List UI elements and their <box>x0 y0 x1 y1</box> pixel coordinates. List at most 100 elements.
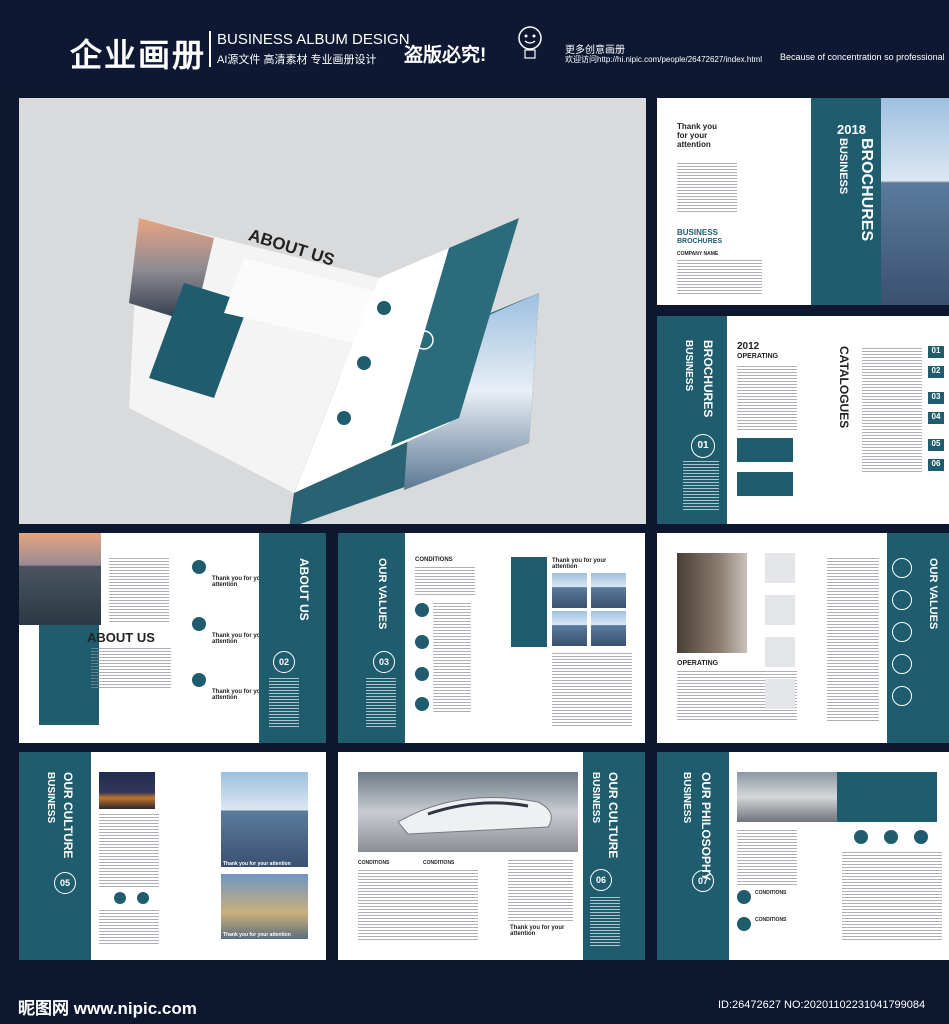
catalogue-year: 2012 <box>737 341 760 352</box>
culture-night-photo <box>99 772 155 809</box>
culture-body-text <box>99 814 159 889</box>
brochure-mockup-illustration <box>129 218 539 524</box>
philosophy-right-text <box>842 852 942 942</box>
values-icon-1 <box>415 603 429 617</box>
footer-id: ID:26472627 NO:20201102231041799084 <box>718 999 926 1011</box>
values-icon-4 <box>415 697 429 711</box>
climber-icon-tile-4 <box>765 679 795 709</box>
train-thank-you: Thank you for your attention <box>510 925 565 937</box>
train-body-text <box>508 860 573 922</box>
cover-business-vertical: BUSINESS <box>837 138 849 195</box>
philosophy-teal-band <box>657 752 729 960</box>
values-vertical-title: OUR VALUES <box>376 558 388 630</box>
culture-caption-2: Thank you for your attention <box>223 932 291 938</box>
cover-year: 2018 <box>837 122 866 137</box>
culture-city-photo-1 <box>221 772 308 867</box>
catalogue-box-2 <box>737 472 793 496</box>
about-top-text <box>109 558 169 623</box>
values-page-number: 03 <box>373 651 395 673</box>
climber-hex-icon-2 <box>892 590 912 610</box>
climber-operating: OPERATING <box>677 660 719 667</box>
train-list-text <box>358 870 478 940</box>
banner-warning: 盗版必究! <box>404 45 487 66</box>
banner-slogan: Because of concentration so professional <box>780 52 945 62</box>
philosophy-train-photo <box>737 772 837 822</box>
climber-hex-icon-1 <box>892 558 912 578</box>
climber-hex-icon-3 <box>892 622 912 642</box>
banner-title: 企业画册 <box>70 37 207 73</box>
catalogue-business-vertical: BUSINESS <box>683 340 694 392</box>
toc-num-6: 06 <box>928 459 944 471</box>
values-photo-3 <box>552 611 587 646</box>
catalogue-body-text <box>737 366 797 431</box>
catalogue-toc-lines <box>862 348 922 473</box>
cover-brochures-vertical: BROCHURES <box>858 138 875 242</box>
catalogue-side-text <box>683 461 719 511</box>
bullet-train-icon <box>398 797 552 835</box>
train-vertical-title: OUR CULTURE <box>606 772 620 859</box>
cover-brochures: BROCHURES <box>677 238 723 245</box>
cover-business: BUSINESS <box>677 228 718 237</box>
train-business-vertical: BUSINESS <box>590 772 601 824</box>
climber-hex-icon-5 <box>892 686 912 706</box>
catalogue-page-number: 01 <box>691 434 715 458</box>
banner-visit-url[interactable]: 欢迎访问http://hi.nipic.com/people/26472627/… <box>565 54 762 65</box>
values-thank-you: Thank you for your attention <box>552 558 607 570</box>
philosophy-body-text <box>737 830 797 885</box>
culture-city-photo-2 <box>221 874 308 939</box>
header-banner: 企业画册 BUSINESS ALBUM DESIGN AI源文件 高清素材 专业… <box>0 0 949 86</box>
about-heading: ABOUT US <box>87 630 155 645</box>
climber-icon-tile-1 <box>765 553 795 583</box>
culture-vertical-title: OUR CULTURE <box>61 772 75 859</box>
philosophy-top-icon-1 <box>854 830 868 844</box>
banner-divider <box>209 31 211 67</box>
train-conditions-1: CONDITIONS <box>358 860 390 866</box>
about-page-number: 02 <box>273 651 295 673</box>
about-icon-2 <box>192 617 206 631</box>
philosophy-conditions-2: CONDITIONS <box>755 917 787 923</box>
catalogue-box-1 <box>737 438 793 462</box>
toc-num-2: 02 <box>928 366 944 378</box>
values-photo-1 <box>552 573 587 608</box>
about-side-text <box>269 678 299 728</box>
toc-num-3: 03 <box>928 392 944 404</box>
train-side-text <box>590 897 620 947</box>
footer-brand[interactable]: 昵图网 www.nipic.com <box>18 994 197 1019</box>
philosophy-top-icon-2 <box>884 830 898 844</box>
climber-hex-icon-4 <box>892 654 912 674</box>
toc-num-1: 01 <box>928 346 944 358</box>
cover-skyscraper-photo <box>881 98 949 305</box>
values-teal-card <box>511 557 547 647</box>
climber-vertical-title: OUR VALUES <box>927 558 939 630</box>
values-icon-3 <box>415 667 429 681</box>
page-cover-2018: Thank you for your attention BUSINESS BR… <box>657 98 949 305</box>
page-our-values: OUR VALUES 03 CONDITIONS Thank you for y… <box>338 533 645 743</box>
culture-icon-1 <box>114 892 126 904</box>
values-list-text <box>433 603 471 713</box>
culture-caption-1: Thank you for your attention <box>223 861 291 867</box>
catalogue-brochures-vertical: BROCHURES <box>701 340 715 418</box>
values-side-text <box>366 678 396 728</box>
page-about-us: ABOUT US Thank you for your attention Th… <box>19 533 326 743</box>
philosophy-top-icon-3 <box>914 830 928 844</box>
page-our-philosophy: OUR PHILOSOPHY BUSINESS 07 CONDITIONS CO… <box>657 752 949 960</box>
values-photo-4 <box>591 611 626 646</box>
culture-foot-text <box>99 910 159 945</box>
values-photo-2 <box>591 573 626 608</box>
about-icon-1 <box>192 560 206 574</box>
train-conditions-2: CONDITIONS <box>423 860 455 866</box>
lightbulb-mascot-icon <box>518 26 542 59</box>
philosophy-icon-2 <box>737 917 751 931</box>
climber-icon-tile-2 <box>765 595 795 625</box>
values-body-text <box>552 653 632 728</box>
page-catalogues: BROCHURES BUSINESS 01 2012 OPERATING CAT… <box>657 316 949 524</box>
culture-icon-2 <box>137 892 149 904</box>
culture-business-vertical: BUSINESS <box>45 772 56 824</box>
cover-company-name: COMPANY NAME <box>677 251 719 257</box>
catalogue-title-vertical: CATALOGUES <box>837 346 851 429</box>
banner-subtitle-cn: AI源文件 高清素材 专业画册设计 <box>217 54 377 66</box>
values-intro-text <box>415 567 475 597</box>
about-mid-text <box>91 648 171 688</box>
philosophy-vertical-title: OUR PHILOSOPHY <box>699 772 713 881</box>
philosophy-page-number: 07 <box>692 870 714 892</box>
